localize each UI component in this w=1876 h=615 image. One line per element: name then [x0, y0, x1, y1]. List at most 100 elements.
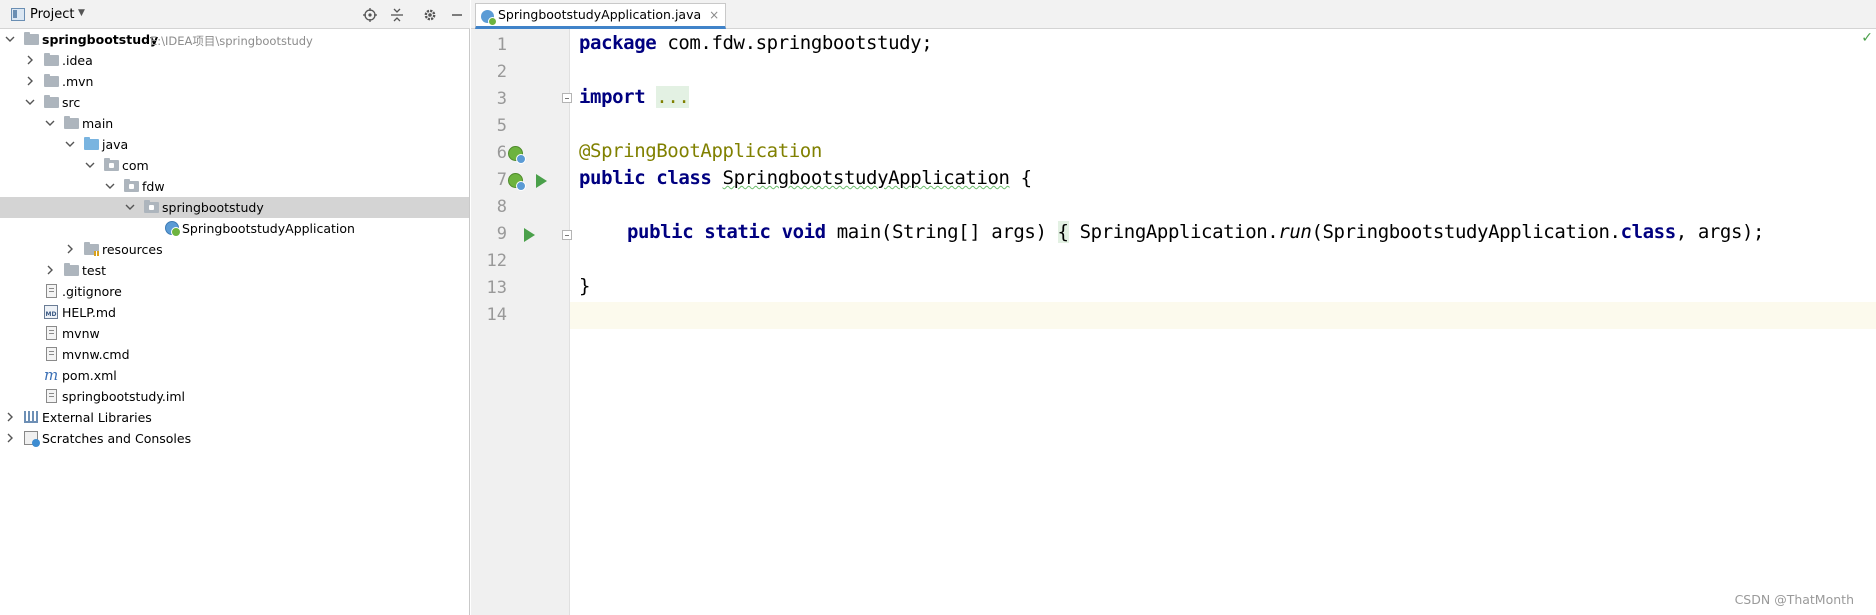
tree-item-label: com: [122, 158, 149, 173]
tree-item-iml[interactable]: springbootstudy.iml: [0, 386, 469, 407]
folded-imports[interactable]: ...: [656, 86, 690, 108]
folder-icon: [64, 116, 79, 129]
chevron-down-icon[interactable]: [24, 96, 36, 108]
line-number: 1: [496, 35, 507, 55]
package-icon: [124, 179, 139, 192]
class-name: SpringbootstudyApplication: [722, 167, 1010, 189]
tree-item-label: HELP.md: [62, 305, 116, 320]
tree-item-label: springbootstudy.iml: [62, 389, 186, 404]
settings-gear-icon[interactable]: [420, 5, 440, 25]
tree-item-springbootstudy[interactable]: springbootstudy E:\IDEA项目\springbootstud…: [0, 29, 469, 50]
code-editor: SpringbootstudyApplication.java × 1 2 3 …: [471, 0, 1876, 615]
chevron-down-icon[interactable]: [124, 201, 136, 213]
source-folder-icon: [84, 137, 99, 150]
tree-item-pom-xml[interactable]: m pom.xml: [0, 365, 469, 386]
tree-item-label: fdw: [142, 179, 165, 194]
keyword: package: [579, 32, 657, 54]
run-gutter-icon[interactable]: [536, 174, 547, 188]
fold-marker-icon[interactable]: [562, 230, 572, 240]
tree-item-label: Scratches and Consoles: [42, 431, 192, 446]
chevron-right-icon[interactable]: [24, 75, 36, 87]
checkmark-icon: ✓: [1861, 30, 1873, 46]
method-name: run: [1278, 221, 1312, 243]
code-line-9[interactable]: public static void main(String[] args) {…: [627, 221, 1764, 243]
chevron-down-icon[interactable]: ▼: [78, 8, 85, 18]
code-line-3[interactable]: import ...: [579, 86, 690, 108]
tree-item-application-class[interactable]: SpringbootstudyApplication: [0, 218, 469, 239]
tree-item-mvnw[interactable]: mvnw: [0, 323, 469, 344]
project-tool-window: Project ▼ springbootstudy E:\IDEA项目\spri…: [0, 0, 470, 615]
folded-brace[interactable]: {: [1057, 221, 1069, 243]
markdown-file-icon: MD: [44, 305, 58, 319]
project-panel-header: Project ▼: [0, 0, 470, 29]
tree-item-gitignore[interactable]: .gitignore: [0, 281, 469, 302]
keyword: public: [579, 167, 646, 189]
line-number: 8: [496, 197, 507, 217]
line-number: 12: [486, 251, 507, 271]
tree-item-path: E:\IDEA项目\springbootstudy: [150, 34, 313, 48]
spring-class-icon: [165, 221, 181, 237]
spring-class-icon: [481, 10, 497, 26]
collapse-all-icon[interactable]: [387, 5, 407, 25]
tree-item-mvnw-cmd[interactable]: mvnw.cmd: [0, 344, 469, 365]
current-line-highlight: [471, 302, 1876, 329]
chevron-down-icon[interactable]: [84, 159, 96, 171]
tree-item-label: resources: [102, 242, 163, 257]
tree-item-main[interactable]: main: [0, 113, 469, 134]
tree-item-java[interactable]: java: [0, 134, 469, 155]
code-line-7[interactable]: public class SpringbootstudyApplication …: [579, 167, 1032, 189]
text-file-icon: [46, 389, 57, 403]
tree-item-mvn[interactable]: .mvn: [0, 71, 469, 92]
line-number: 14: [486, 305, 507, 325]
keyword: public: [627, 221, 694, 243]
tree-item-fdw[interactable]: fdw: [0, 176, 469, 197]
tree-item-com[interactable]: com: [0, 155, 469, 176]
locate-icon[interactable]: [360, 5, 380, 25]
code-text: , args);: [1675, 221, 1765, 243]
chevron-down-icon[interactable]: [4, 33, 16, 45]
chevron-down-icon[interactable]: [44, 117, 56, 129]
text-file-icon: [46, 326, 57, 340]
tree-item-label: SpringbootstudyApplication: [182, 221, 355, 236]
code-text: }: [579, 275, 591, 297]
package-icon: [144, 200, 159, 213]
close-icon[interactable]: ×: [709, 8, 719, 22]
editor-gutter: 1 2 3 5 6 7 8 9 12 13 14: [471, 29, 572, 615]
tree-item-springbootstudy-pkg[interactable]: springbootstudy: [0, 197, 469, 218]
tree-item-label: .idea: [62, 53, 93, 68]
folder-icon: [44, 95, 59, 108]
chevron-down-icon[interactable]: [64, 138, 76, 150]
code-line-6[interactable]: @SpringBootApplication: [579, 140, 822, 162]
spring-bean-icon[interactable]: [508, 146, 526, 164]
chevron-right-icon[interactable]: [64, 243, 76, 255]
tree-item-idea[interactable]: .idea: [0, 50, 469, 71]
chevron-right-icon[interactable]: [4, 411, 16, 423]
tree-item-help-md[interactable]: MD HELP.md: [0, 302, 469, 323]
tree-item-resources[interactable]: resources: [0, 239, 469, 260]
module-folder-icon: [24, 32, 39, 45]
tree-item-test[interactable]: test: [0, 260, 469, 281]
tree-item-external-libraries[interactable]: External Libraries: [0, 407, 469, 428]
folder-icon: [44, 53, 59, 66]
code-line-1[interactable]: package com.fdw.springbootstudy;: [579, 32, 933, 54]
project-view-selector[interactable]: Project: [30, 7, 74, 22]
tab-springbootstudy-application-java[interactable]: SpringbootstudyApplication.java ×: [475, 3, 727, 29]
spring-bean-icon[interactable]: [508, 173, 526, 191]
fold-marker-icon[interactable]: [562, 93, 572, 103]
minimize-icon[interactable]: [447, 5, 467, 25]
chevron-right-icon[interactable]: [4, 432, 16, 444]
chevron-right-icon[interactable]: [24, 54, 36, 66]
line-number: 6: [496, 143, 507, 163]
code-line-13[interactable]: }: [579, 275, 590, 297]
tree-item-label: java: [102, 137, 129, 152]
tree-item-label: main: [82, 116, 114, 131]
tree-item-scratches[interactable]: Scratches and Consoles: [0, 428, 469, 449]
run-gutter-icon[interactable]: [524, 228, 535, 242]
chevron-right-icon[interactable]: [44, 264, 56, 276]
chevron-down-icon[interactable]: [104, 180, 116, 192]
tree-item-src[interactable]: src: [0, 92, 469, 113]
keyword: void: [781, 221, 827, 243]
project-view-icon: [11, 8, 25, 21]
code-text: main(String[] args): [825, 221, 1058, 243]
tree-item-label: mvnw.cmd: [62, 347, 130, 362]
